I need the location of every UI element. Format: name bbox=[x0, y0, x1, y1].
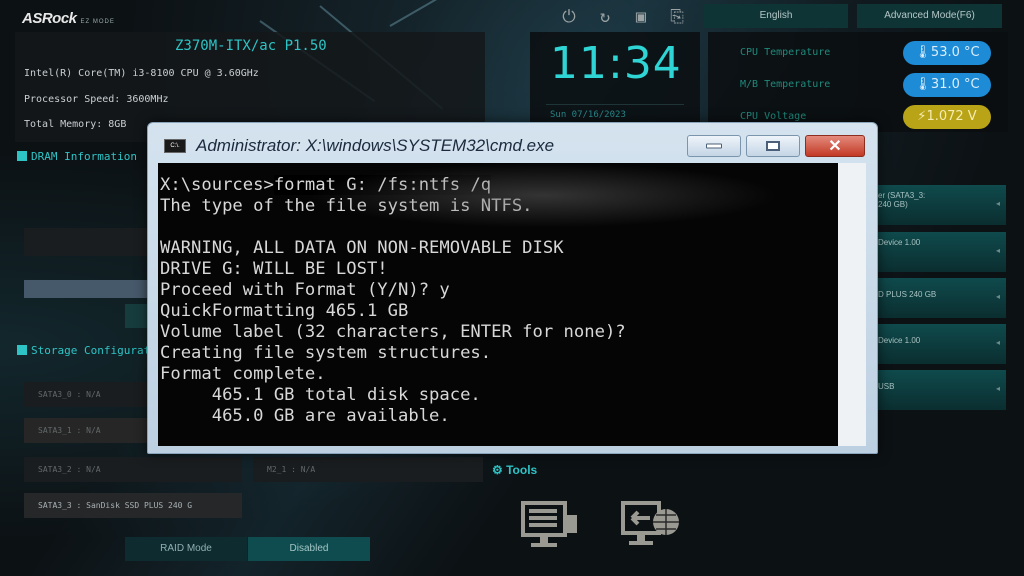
save-icon[interactable]: ▣ bbox=[630, 6, 652, 28]
tools-section-title: ⚙ Tools bbox=[492, 463, 537, 477]
console-line: WARNING, ALL DATA ON NON-REMOVABLE DISK bbox=[160, 238, 564, 258]
boot-device[interactable]: Device 1.00 ◂ bbox=[870, 232, 1006, 272]
boot-device[interactable]: D PLUS 240 GB ◂ bbox=[870, 278, 1006, 318]
power-icon[interactable]: ⏻ bbox=[558, 6, 580, 28]
boot-device-sub: 240 GB) bbox=[878, 200, 908, 209]
clock-panel: 11:34 Sun 07/16/2023 bbox=[530, 32, 700, 122]
chevron-icon: ◂ bbox=[995, 292, 1000, 301]
close-button[interactable]: ✕ bbox=[805, 135, 865, 157]
top-toolbar: ⏻ ↻ ▣ ⎘ bbox=[558, 6, 688, 28]
boot-device-label: USB bbox=[878, 382, 895, 391]
divider bbox=[546, 104, 684, 105]
console-line: Creating file system structures. bbox=[160, 343, 492, 363]
advanced-mode-button[interactable]: Advanced Mode(F6) bbox=[857, 4, 1002, 28]
chevron-icon: ◂ bbox=[995, 199, 1000, 208]
gear-icon: ⚙ bbox=[492, 463, 503, 477]
thermometer-icon: 🌡 bbox=[914, 77, 931, 92]
title-text: Administrator: X:\windows\SYSTEM32\cmd.e… bbox=[196, 136, 555, 155]
command-text: format G: /fs:ntfs /q bbox=[273, 175, 492, 195]
mb-temp-value: 🌡31.0 °C bbox=[903, 73, 991, 97]
thermometer-icon: 🌡 bbox=[914, 45, 931, 60]
exit-icon[interactable]: ⎘ bbox=[666, 6, 688, 28]
flash-bios-icon[interactable] bbox=[520, 500, 582, 552]
tools-title-text: Tools bbox=[506, 463, 538, 477]
boot-device-label: er (SATA3_3: bbox=[878, 191, 926, 200]
console-line: 465.1 GB total disk space. bbox=[160, 385, 481, 405]
cpu-temp-label: CPU Temperature bbox=[740, 47, 831, 58]
prompt-text: X:\sources> bbox=[160, 175, 274, 195]
mode-label: EZ MODE bbox=[80, 19, 115, 25]
close-icon: ✕ bbox=[828, 138, 842, 155]
cmd-window[interactable]: C:\. Administrator: X:\windows\SYSTEM32\… bbox=[147, 122, 878, 454]
chevron-icon: ◂ bbox=[995, 338, 1000, 347]
language-button[interactable]: English bbox=[704, 4, 848, 28]
chevron-icon: ◂ bbox=[995, 384, 1000, 393]
raid-mode-label: RAID Mode bbox=[125, 537, 247, 561]
console-line: 465.0 GB are available. bbox=[160, 406, 450, 426]
asrock-logo: ASRock EZ MODE bbox=[22, 10, 115, 27]
console-line: Volume label (32 characters, ENTER for n… bbox=[160, 322, 626, 342]
console-line-command: X:\sources>format G: /fs:ntfs /q bbox=[160, 175, 838, 196]
console-line: The type of the file system is NTFS. bbox=[160, 196, 533, 216]
boot-device[interactable]: er (SATA3_3: 240 GB) ◂ bbox=[870, 185, 1006, 225]
minimize-icon bbox=[706, 143, 722, 149]
m2-port[interactable]: M2_1 : N/A bbox=[253, 457, 483, 482]
boot-device-label: Device 1.00 bbox=[878, 336, 921, 345]
brand-name: ASRock bbox=[22, 10, 77, 27]
value-text: 53.0 °C bbox=[930, 45, 980, 60]
cpu-voltage-label: CPU Voltage bbox=[740, 111, 807, 122]
dram-section-title[interactable]: DRAM Information bbox=[17, 150, 137, 163]
console-scrollbar[interactable] bbox=[838, 163, 866, 446]
storage-icon bbox=[17, 345, 27, 355]
clock-time: 11:34 bbox=[550, 38, 682, 89]
dram-icon bbox=[17, 151, 27, 161]
boot-device-label: D PLUS 240 GB bbox=[878, 290, 937, 299]
minimize-button[interactable] bbox=[687, 135, 741, 157]
console-output[interactable]: X:\sources>format G: /fs:ntfs /q The typ… bbox=[158, 163, 838, 446]
cpu-temp-value: 🌡53.0 °C bbox=[903, 41, 991, 65]
console-line: Proceed with Format (Y/N)? y bbox=[160, 280, 450, 300]
cpu-info: Intel(R) Core(TM) i3-8100 CPU @ 3.60GHz bbox=[24, 68, 259, 79]
value-text: 31.0 °C bbox=[930, 77, 980, 92]
console-line: Format complete. bbox=[160, 364, 326, 384]
sensor-panel: CPU Temperature 🌡53.0 °C M/B Temperature… bbox=[708, 32, 1008, 132]
dram-title-text: DRAM Information bbox=[31, 150, 137, 163]
boot-device[interactable]: USB ◂ bbox=[870, 370, 1006, 410]
processor-speed: Processor Speed: 3600MHz bbox=[24, 94, 169, 105]
console-line: QuickFormatting 465.1 GB bbox=[160, 301, 409, 321]
boot-device-label: Device 1.00 bbox=[878, 238, 921, 247]
clock-date: Sun 07/16/2023 bbox=[550, 110, 626, 120]
console-line: DRIVE G: WILL BE LOST! bbox=[160, 259, 388, 279]
mb-temp-label: M/B Temperature bbox=[740, 79, 831, 90]
chevron-icon: ◂ bbox=[995, 246, 1000, 255]
board-model: Z370M-ITX/ac P1.50 bbox=[175, 38, 327, 54]
sata-port[interactable]: SATA3_3 : SanDisk SSD PLUS 240 G bbox=[24, 493, 242, 518]
maximize-button[interactable] bbox=[746, 135, 800, 157]
value-text: 1.072 V bbox=[926, 109, 977, 124]
raid-mode-value[interactable]: Disabled bbox=[248, 537, 370, 561]
cmd-window-title: Administrator: X:\windows\SYSTEM32\cmd.e… bbox=[164, 136, 554, 156]
reset-icon[interactable]: ↻ bbox=[594, 6, 616, 28]
internet-flash-icon[interactable] bbox=[620, 500, 682, 552]
cpu-voltage-value: ⚡1.072 V bbox=[903, 105, 991, 129]
total-memory: Total Memory: 8GB bbox=[24, 119, 127, 130]
sata-port[interactable]: SATA3_2 : N/A bbox=[24, 457, 242, 482]
boot-device[interactable]: Device 1.00 ◂ bbox=[870, 324, 1006, 364]
maximize-icon bbox=[766, 141, 780, 151]
